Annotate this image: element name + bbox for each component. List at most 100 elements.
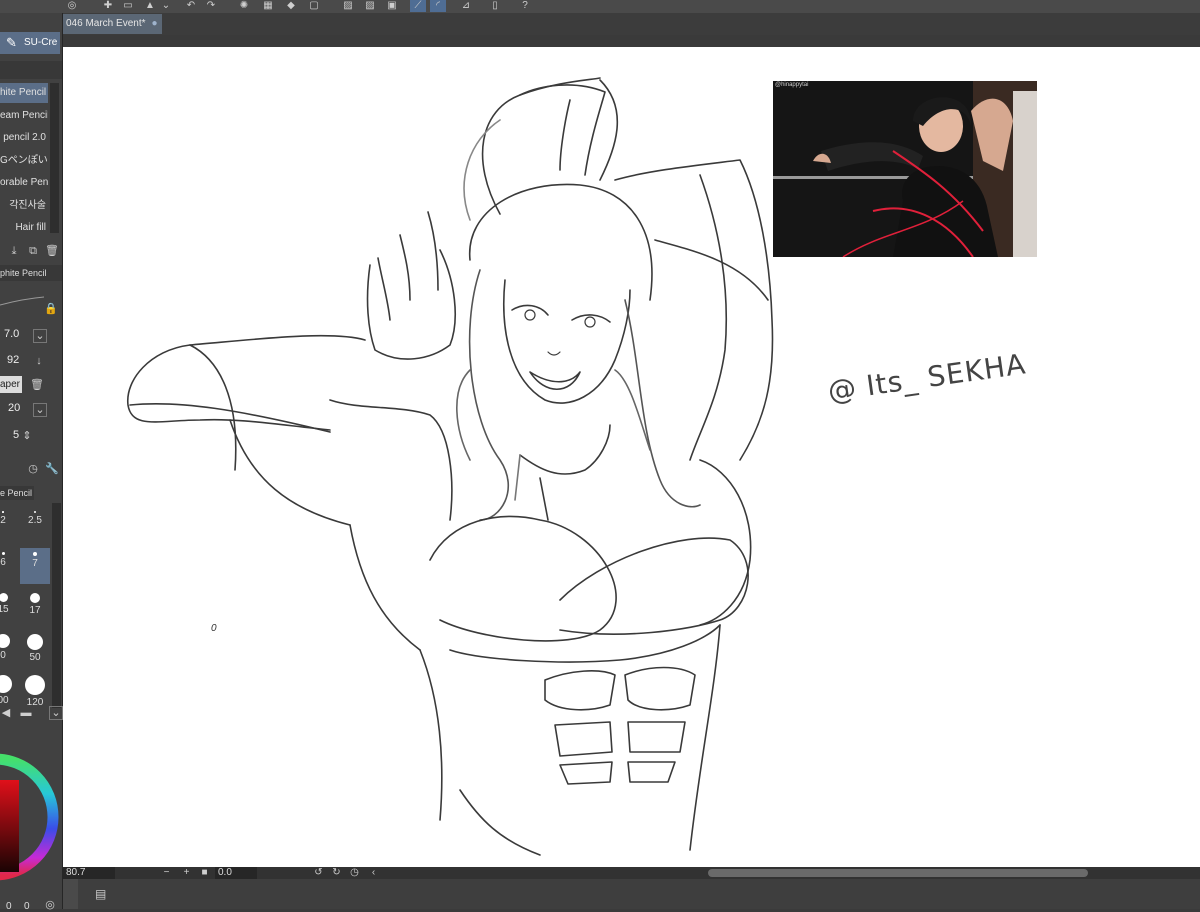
drawing-canvas[interactable]: @hinappytai @ Its_ SEKHA 0 <box>63 47 1200 867</box>
brush-size-cell[interactable]: 6 <box>0 548 18 584</box>
brush-size-label: 7 <box>32 558 38 569</box>
size-menu-icon[interactable]: ⌄ <box>49 706 63 720</box>
brush-item[interactable]: pencil 2.0 <box>0 128 48 148</box>
brush-item[interactable]: hite Pencil <box>0 83 48 103</box>
opacity-down-icon[interactable]: ↓ <box>33 355 45 367</box>
brush-size-label: 00 <box>0 695 9 706</box>
brush-size-header: e Pencil <box>0 486 34 500</box>
texture-density-value[interactable]: 20 <box>8 402 20 414</box>
layer-panel-icon[interactable]: ▤ <box>95 887 106 901</box>
scroll-left-icon[interactable]: ‹ <box>368 867 379 879</box>
redo-icon[interactable]: ↷ <box>203 0 219 12</box>
paper-texture-field[interactable]: aper <box>0 376 22 393</box>
reset-rotation-icon[interactable]: ◷ <box>349 867 360 879</box>
deselect-icon[interactable]: ▨ <box>362 0 378 12</box>
unsaved-dot-icon[interactable]: ● <box>152 18 158 29</box>
panel-collapse-strip[interactable] <box>63 879 78 909</box>
opacity-value[interactable]: 92 <box>7 354 19 366</box>
brush-size-dynamics-icon[interactable]: ⌄ <box>33 329 47 343</box>
help-icon[interactable]: ? <box>517 0 533 12</box>
import-brush-icon[interactable]: ⤓ <box>8 245 20 257</box>
brush-item[interactable]: 각진사술 <box>0 196 48 216</box>
brush-size-cell[interactable]: 17 <box>20 589 50 625</box>
delete-brush-icon[interactable]: 🗑 <box>45 245 59 257</box>
undo-icon[interactable]: ↶ <box>183 0 199 12</box>
dropdown-icon[interactable]: ⌄ <box>158 0 174 12</box>
rotate-left-icon[interactable]: ↺ <box>313 867 324 879</box>
brush-size-label: 0 <box>0 650 6 661</box>
brush-size-value[interactable]: 7.0 <box>4 328 19 340</box>
brush-item[interactable]: Gペンぽい <box>0 151 48 171</box>
texture-dynamics-icon[interactable]: ⌄ <box>33 403 47 417</box>
paper-delete-icon[interactable]: 🗑 <box>30 379 44 391</box>
brush-size-label: 15 <box>0 604 9 615</box>
brush-item[interactable]: eam Pencil <box>0 106 48 126</box>
document-tab-bar <box>62 13 1200 35</box>
brush-size-scrollbar[interactable] <box>52 503 61 708</box>
tool-property-title: phite Pencil <box>0 268 47 278</box>
brush-size-dot <box>2 511 4 513</box>
fit-icon[interactable]: ■ <box>199 867 210 879</box>
snap-grid-icon[interactable]: ⊿ <box>458 0 474 12</box>
transform-icon[interactable]: ▢ <box>306 0 322 12</box>
sub-tool-detail-icon[interactable]: ◷ <box>27 463 39 475</box>
copy-brush-icon[interactable]: ⧉ <box>27 245 39 257</box>
tool-property-header: phite Pencil <box>0 265 62 281</box>
brush-size-dot <box>27 634 43 650</box>
brush-size-cell[interactable]: 7 <box>20 548 50 584</box>
brush-size-dot <box>34 511 36 513</box>
brush-size-cell[interactable]: 0 <box>0 630 18 666</box>
new-file-icon[interactable]: ✚ <box>100 0 116 12</box>
rotate-right-icon[interactable]: ↻ <box>331 867 342 879</box>
brush-size-cell[interactable]: 00 <box>0 671 18 707</box>
brush-size-dot <box>33 552 37 556</box>
brush-size-cell[interactable]: 2 <box>0 507 18 543</box>
open-folder-icon[interactable]: ▭ <box>120 0 136 12</box>
document-tab[interactable]: 046 March Event* ● <box>62 14 162 34</box>
brush-size-dot <box>1 552 5 555</box>
snap-special-ruler-icon[interactable]: ◜ <box>430 0 446 12</box>
clip-studio-icon[interactable]: ◎ <box>64 0 80 12</box>
lock-icon[interactable]: 🔒 <box>44 303 58 315</box>
sub-tool-current[interactable]: ✎ SU-Cre <box>0 32 60 54</box>
brush-list-scrollbar[interactable] <box>50 83 59 233</box>
brush-size-dot <box>30 593 40 603</box>
size-left-icon[interactable]: ◀ <box>0 707 12 719</box>
rotation-field[interactable]: 0.0 <box>215 867 257 879</box>
brush-size-dot <box>0 593 8 602</box>
horizontal-scrollbar[interactable] <box>708 869 1088 877</box>
zoom-field[interactable]: 80.7 <box>63 867 115 879</box>
reference-photo[interactable]: @hinappytai <box>773 81 1037 257</box>
sub-tool-header <box>0 61 62 79</box>
save-icon[interactable]: ▲ <box>142 0 158 12</box>
snap-ruler-icon[interactable]: ⟋ <box>410 0 426 12</box>
zoom-out-button[interactable]: − <box>161 867 172 879</box>
brush-size-cell[interactable]: 15 <box>0 589 18 625</box>
crop-icon[interactable]: ▣ <box>384 0 400 12</box>
brush-item[interactable]: orable Pen <box>0 173 48 193</box>
paper-texture-label: aper <box>0 379 21 390</box>
brush-item[interactable]: Hair fill <box>0 218 48 238</box>
pressure-curve-preview[interactable] <box>0 293 45 309</box>
brush-size-cell[interactable]: 120 <box>20 671 50 708</box>
brush-size-dot <box>0 634 10 648</box>
brush-size-dot <box>25 675 45 695</box>
selection-icon[interactable]: ▨ <box>340 0 356 12</box>
clear-icon[interactable]: ▦ <box>260 0 276 12</box>
device-icon[interactable]: ▯ <box>487 0 503 12</box>
fill-icon[interactable]: ◆ <box>283 0 299 12</box>
wrench-icon[interactable]: 🔧 <box>45 463 59 475</box>
left-panel: ✎ SU-Cre ⤓ ⧉ 🗑 phite Pencil 🔒 7.0 ⌄ 92 ↓… <box>0 13 63 912</box>
color-wheel[interactable] <box>0 725 62 909</box>
brush-size-title: e Pencil <box>0 488 33 498</box>
brush-size-label: 2.5 <box>28 515 42 526</box>
stabilization-value[interactable]: 5 <box>13 429 19 441</box>
size-panel-icon[interactable]: ▬ <box>20 707 32 719</box>
brush-size-label: 120 <box>26 697 44 708</box>
color-settings-icon[interactable]: ◎ <box>44 899 56 911</box>
stabilization-spinner-icon[interactable]: ⇕ <box>21 430 33 442</box>
zoom-in-button[interactable]: + <box>181 867 192 879</box>
brush-size-cell[interactable]: 50 <box>20 630 50 666</box>
loading-icon[interactable]: ✺ <box>236 0 252 12</box>
brush-size-cell[interactable]: 2.5 <box>20 507 50 543</box>
